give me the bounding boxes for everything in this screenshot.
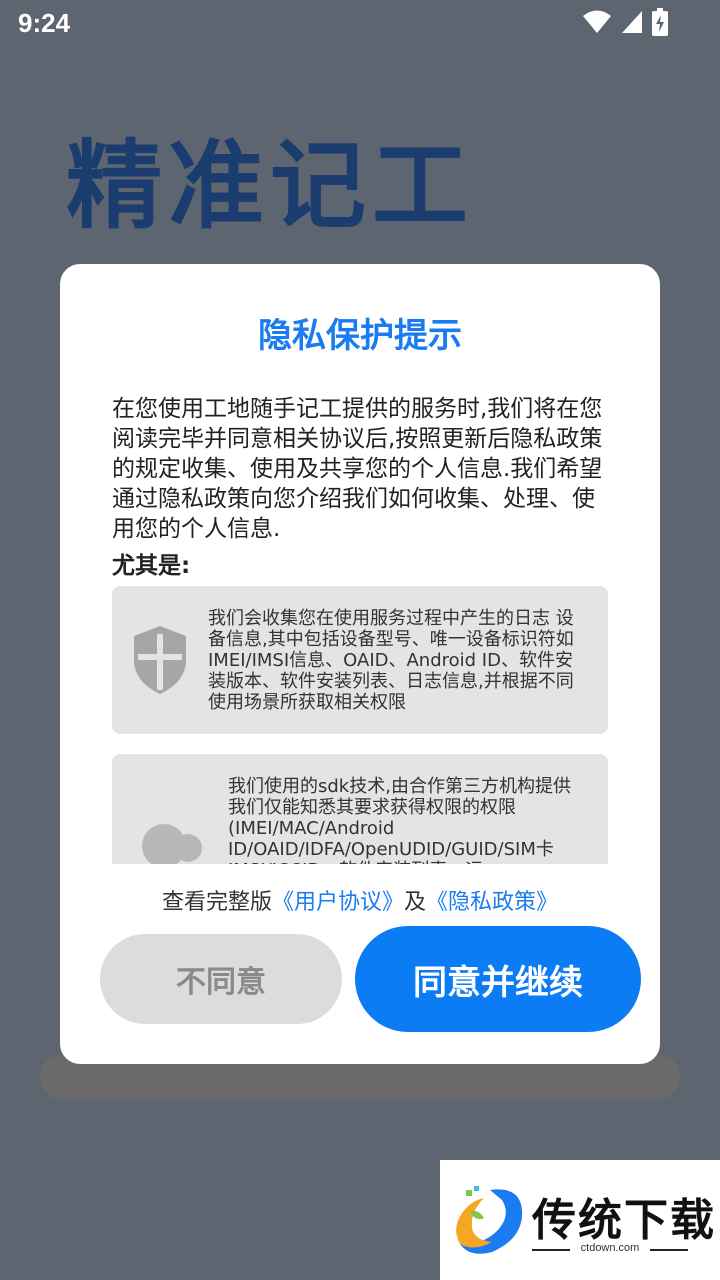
agreement-links: 查看完整版《用户协议》及《隐私政策》 [60,884,660,916]
intro-text: 在您使用工地随手记工提供的服务时,我们将在您阅读完毕并同意相关协议后,按照更新后… [112,396,603,542]
wifi-icon [583,10,611,33]
especially-label: 尤其是: [112,553,191,579]
watermark-divider [650,1249,688,1251]
agree-continue-button[interactable]: 同意并继续 [355,926,641,1032]
permission-list[interactable]: 我们会收集您在使用服务过程中产生的日志 设备信息,其中包括设备型号、唯一设备标识… [112,586,608,864]
permission-card-text: 我们会收集您在使用服务过程中产生的日志 设备信息,其中包括设备型号、唯一设备标识… [208,608,574,713]
status-time: 9:24 [18,8,71,38]
disagree-button[interactable]: 不同意 [100,934,342,1024]
people-icon [142,824,202,864]
privacy-policy-link[interactable]: 《隐私政策》 [426,890,558,915]
privacy-dialog: 隐私保护提示 在您使用工地随手记工提供的服务时,我们将在您阅读完毕并同意相关协议… [60,264,660,1064]
cell-signal-icon [622,11,642,33]
shield-icon [134,626,186,694]
user-agreement-link[interactable]: 《用户协议》 [272,890,404,915]
permission-card-sdk: 我们使用的sdk技术,由合作第三方机构提供我们仅能知悉其要求获得权限的权限(IM… [112,754,608,864]
permission-card-log: 我们会收集您在使用服务过程中产生的日志 设备信息,其中包括设备型号、唯一设备标识… [112,586,608,734]
watermark-text: 传统下载 [532,1195,716,1246]
permission-card-text: 我们使用的sdk技术,由合作第三方机构提供我们仅能知悉其要求获得权限的权限(IM… [228,776,571,864]
watermark-url: ctdown.com [580,1242,640,1254]
watermark-logo-icon [456,1186,523,1254]
links-and: 及 [404,890,427,915]
brand-title: 精准记工 [66,130,474,242]
links-prefix: 查看完整版 [161,890,272,915]
status-bar: 9:24 [0,0,720,48]
status-icons [582,8,668,36]
dialog-title: 隐私保护提示 [258,316,462,356]
battery-charging-icon [652,8,668,36]
watermark: 传统下载 ctdown.com [440,1160,720,1280]
